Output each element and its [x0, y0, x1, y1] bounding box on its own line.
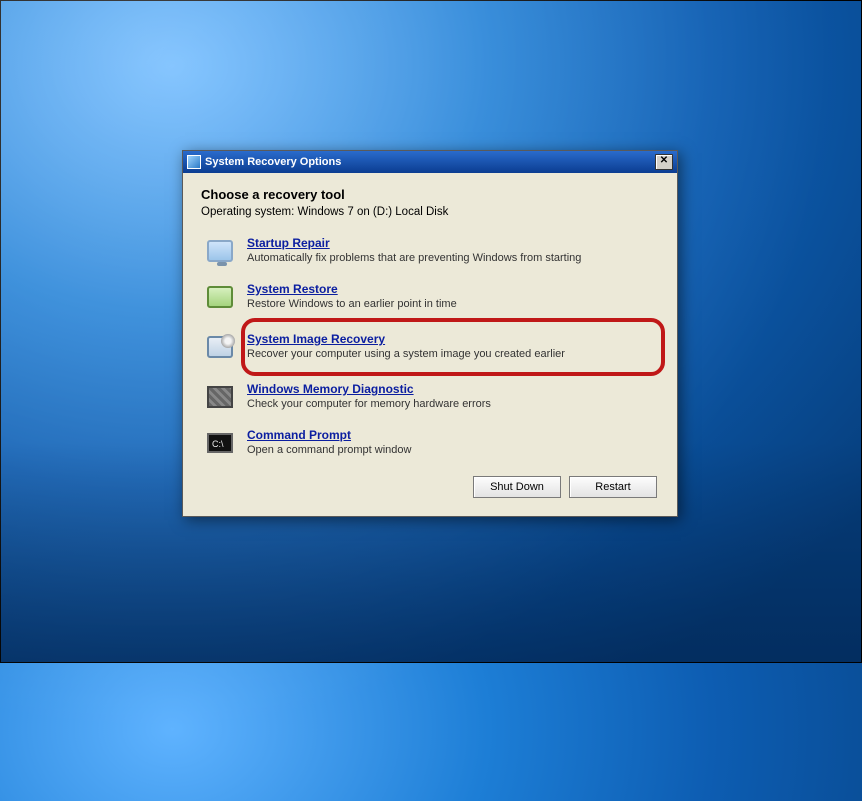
command-prompt-icon: C:\ — [203, 426, 237, 460]
page-heading: Choose a recovery tool — [201, 187, 659, 202]
command-prompt-link[interactable]: Command Prompt — [247, 428, 351, 442]
tool-list: Startup Repair Automatically fix problem… — [201, 228, 659, 466]
system-image-recovery-link[interactable]: System Image Recovery — [247, 332, 385, 346]
restart-button[interactable]: Restart — [569, 476, 657, 498]
tool-memory-diagnostic: Windows Memory Diagnostic Check your com… — [201, 374, 659, 420]
shutdown-button[interactable]: Shut Down — [473, 476, 561, 498]
client-area: Choose a recovery tool Operating system:… — [183, 173, 677, 516]
tool-command-prompt: C:\ Command Prompt Open a command prompt… — [201, 420, 659, 466]
system-image-recovery-icon — [203, 330, 237, 364]
button-row: Shut Down Restart — [201, 466, 659, 502]
titlebar[interactable]: System Recovery Options ✕ — [183, 151, 677, 173]
system-recovery-window: System Recovery Options ✕ Choose a recov… — [182, 150, 678, 517]
os-info: Operating system: Windows 7 on (D:) Loca… — [201, 206, 659, 218]
close-button[interactable]: ✕ — [655, 154, 673, 170]
memory-diagnostic-desc: Check your computer for memory hardware … — [247, 398, 657, 410]
system-image-recovery-desc: Recover your computer using a system ima… — [247, 348, 657, 360]
tool-system-image-recovery: System Image Recovery Recover your compu… — [201, 320, 659, 374]
memory-diagnostic-icon — [203, 380, 237, 414]
tool-system-restore: System Restore Restore Windows to an ear… — [201, 274, 659, 320]
startup-repair-icon — [203, 234, 237, 268]
startup-repair-desc: Automatically fix problems that are prev… — [247, 252, 657, 264]
command-prompt-desc: Open a command prompt window — [247, 444, 657, 456]
startup-repair-link[interactable]: Startup Repair — [247, 236, 330, 250]
tool-startup-repair: Startup Repair Automatically fix problem… — [201, 228, 659, 274]
system-restore-icon — [203, 280, 237, 314]
memory-diagnostic-link[interactable]: Windows Memory Diagnostic — [247, 382, 414, 396]
app-icon — [187, 155, 201, 169]
system-restore-link[interactable]: System Restore — [247, 282, 338, 296]
system-restore-desc: Restore Windows to an earlier point in t… — [247, 298, 657, 310]
window-title: System Recovery Options — [205, 156, 655, 168]
